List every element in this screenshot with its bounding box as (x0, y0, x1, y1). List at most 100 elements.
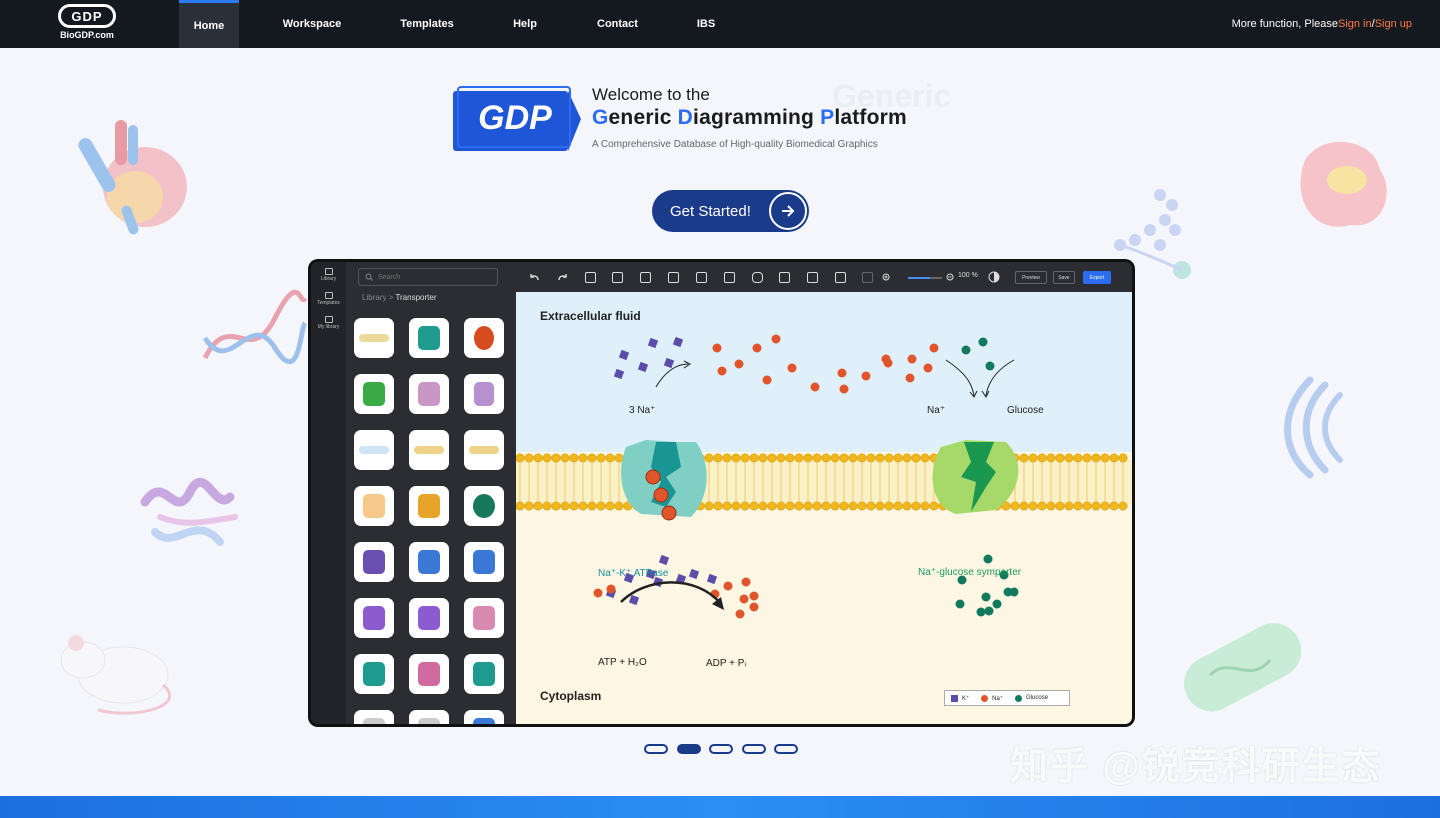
na-k-atpase-protein (621, 440, 707, 521)
nav-ibs[interactable]: IBS (690, 0, 722, 48)
import-icon[interactable] (612, 272, 623, 283)
membrane-tile[interactable] (354, 430, 394, 470)
diagram-canvas[interactable]: Extracellular fluid Cytoplasm 3 Na⁺ Na⁺ … (516, 292, 1132, 724)
lipid-head-outer (1064, 453, 1074, 463)
carousel-dot-1[interactable] (644, 744, 668, 754)
zoom-slider[interactable] (908, 277, 942, 279)
breadcrumb-root[interactable]: Library (362, 293, 386, 302)
wave-2-tile[interactable] (464, 430, 504, 470)
sign-up-link[interactable]: Sign up (1375, 18, 1412, 30)
lipid-head-inner (1010, 501, 1020, 511)
pink-receptor-tile[interactable] (409, 654, 449, 694)
nav-help[interactable]: Help (505, 0, 545, 48)
cube-tile[interactable] (354, 542, 394, 582)
lipid-head-outer (1055, 453, 1065, 463)
u-channel-tile[interactable] (354, 486, 394, 526)
carousel-dot-2[interactable] (676, 744, 701, 754)
layers-icon[interactable] (779, 272, 790, 283)
lipid-head-outer (569, 453, 579, 463)
library-search-input[interactable]: Search (358, 268, 498, 286)
crop-icon[interactable] (668, 272, 679, 283)
channel-blue-tile[interactable] (409, 542, 449, 582)
lipid-head-outer (587, 453, 597, 463)
lipid-head-inner (749, 501, 759, 511)
teal-channel-tile[interactable] (354, 654, 394, 694)
logo-text: BioGDP.com (60, 30, 114, 40)
contrast-icon[interactable] (988, 271, 1000, 283)
na-ion (752, 343, 762, 353)
glucose-molecule (1009, 587, 1019, 597)
glucose-molecule (981, 592, 991, 602)
lipid-head-inner (731, 501, 741, 511)
get-started-button[interactable]: Get Started! (652, 190, 809, 232)
lipid-head-outer (524, 453, 534, 463)
flip-horizontal-icon[interactable] (696, 272, 707, 283)
ion-2-tile[interactable] (464, 486, 504, 526)
group-icon[interactable] (835, 272, 846, 283)
preview-button[interactable]: Preview (1015, 271, 1047, 284)
zoom-in-icon[interactable] (882, 273, 891, 282)
rail-templates[interactable]: Templates (311, 292, 346, 306)
ion-tile[interactable] (464, 318, 504, 358)
lipid-head-outer (551, 453, 561, 463)
wave-tile[interactable] (409, 430, 449, 470)
glucose-molecule (992, 599, 1002, 609)
nav-workspace[interactable]: Workspace (272, 0, 352, 48)
symporter-label: Na⁺-glucose symporter (918, 567, 1022, 578)
lipid-head-inner (614, 501, 624, 511)
row8-b-tile[interactable] (409, 710, 449, 724)
sign-in-link[interactable]: Sign in (1338, 18, 1372, 30)
row8-a-tile[interactable] (354, 710, 394, 724)
channel-tile[interactable] (354, 318, 394, 358)
na-ion (810, 382, 820, 392)
nav-home[interactable]: Home (179, 0, 239, 48)
fit-icon[interactable] (585, 272, 596, 283)
gated-channel-tile[interactable] (354, 374, 394, 414)
nav-templates[interactable]: Templates (392, 0, 462, 48)
rail-library[interactable]: Library (311, 268, 346, 282)
carousel-dot-5[interactable] (774, 744, 798, 754)
lipid-head-outer (1118, 453, 1128, 463)
text-icon[interactable] (640, 272, 651, 283)
site-logo[interactable]: GDP BioGDP.com (56, 4, 118, 44)
lipid-head-inner (920, 501, 930, 511)
transporter-icon (363, 382, 385, 406)
lipid-head-inner (893, 501, 903, 511)
transporter-icon (418, 494, 440, 518)
glucose-label: Glucose (1007, 405, 1044, 416)
lipid-head-inner (740, 501, 750, 511)
channel-blue-2-tile[interactable] (464, 542, 504, 582)
carousel-dot-3[interactable] (709, 744, 733, 754)
flip-vertical-icon[interactable] (724, 272, 735, 283)
save-button[interactable]: Save (1053, 271, 1075, 284)
nav-contact[interactable]: Contact (590, 0, 645, 48)
flask-pump-2-tile[interactable] (464, 374, 504, 414)
lipid-head-outer (920, 453, 930, 463)
lipid-head-outer (1028, 453, 1038, 463)
cytoplasm-label: Cytoplasm (540, 689, 602, 703)
lipid-head-outer (1073, 453, 1083, 463)
transporter-icon (473, 606, 495, 630)
redo-icon[interactable] (557, 272, 568, 283)
receptor-tile[interactable] (354, 598, 394, 638)
lock-icon[interactable] (752, 272, 763, 283)
align-icon[interactable] (807, 272, 818, 283)
lipid-head-outer (794, 453, 804, 463)
export-button[interactable]: Export (1083, 271, 1111, 284)
carousel-dot-4[interactable] (741, 744, 766, 754)
receptor-2-tile[interactable] (409, 598, 449, 638)
zoom-out-icon[interactable] (946, 273, 955, 282)
flask-pump-tile[interactable] (409, 374, 449, 414)
coil-tile[interactable] (464, 654, 504, 694)
na-ion (741, 577, 751, 587)
rail-my-library[interactable]: My library (311, 316, 346, 330)
three-na-label: 3 Na⁺ (629, 405, 656, 416)
lipid-head-outer (848, 453, 858, 463)
pink-channel-tile[interactable] (464, 598, 504, 638)
lipid-head-outer (821, 453, 831, 463)
ungroup-icon[interactable] (862, 272, 873, 283)
undo-icon[interactable] (529, 272, 540, 283)
pump-tile[interactable] (409, 318, 449, 358)
row8-c-tile[interactable] (464, 710, 504, 724)
symporter-tile[interactable] (409, 486, 449, 526)
